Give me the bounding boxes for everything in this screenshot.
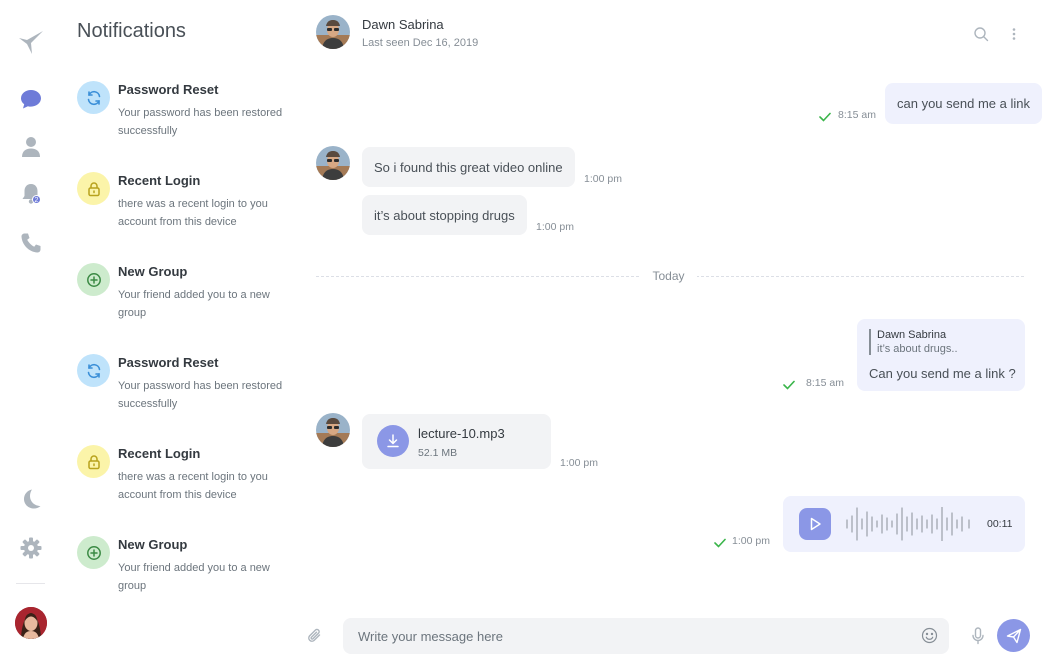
notification-title: New Group [118, 537, 188, 552]
audio-waveform[interactable] [845, 507, 973, 541]
chat-icon[interactable] [16, 84, 46, 114]
audio-duration: 00:11 [987, 518, 1013, 530]
notification-badge: 2 [32, 195, 41, 204]
send-icon [1006, 628, 1021, 643]
notification-item[interactable]: Password Reset Your password has been re… [77, 354, 287, 424]
lock-icon [77, 172, 110, 205]
notification-title: Recent Login [118, 446, 201, 461]
reply-sender: Dawn Sabrina [877, 329, 947, 341]
file-name[interactable]: lecture-10.mp3 [418, 426, 505, 441]
message-time: 8:15 am [838, 109, 876, 121]
user-avatar[interactable] [15, 607, 47, 639]
message-bubble-incoming[interactable]: So i found this great video online [362, 147, 575, 187]
notification-body: Your password has been restored successf… [118, 107, 283, 137]
contact-avatar [316, 413, 350, 447]
notification-item[interactable]: Recent Login there was a recent login to… [77, 445, 287, 515]
message-time: 8:15 am [806, 377, 844, 389]
read-check-icon [783, 380, 795, 390]
emoji-icon[interactable] [921, 627, 938, 644]
message-text: Can you send me a link ? [869, 366, 1016, 381]
attachment-icon[interactable] [306, 627, 324, 645]
moon-icon[interactable] [16, 484, 46, 514]
message-bubble-outgoing[interactable]: Dawn Sabrina it’s about drugs.. Can you … [857, 319, 1025, 391]
contact-name[interactable]: Dawn Sabrina [362, 17, 444, 32]
reply-snippet: it’s about drugs.. [877, 343, 958, 355]
refresh-icon [77, 81, 110, 114]
notification-body: there was a recent login to you account … [118, 471, 268, 501]
gear-icon[interactable] [16, 533, 46, 563]
search-icon[interactable] [973, 26, 989, 42]
audio-message-bubble[interactable]: 00:11 [783, 496, 1025, 552]
microphone-icon[interactable] [970, 627, 986, 645]
bird-logo-icon[interactable] [16, 27, 46, 57]
file-size: 52.1 MB [418, 447, 458, 459]
bell-icon[interactable]: 2 [16, 179, 46, 209]
message-time: 1:00 pm [560, 457, 598, 469]
notification-title: Recent Login [118, 173, 201, 188]
notification-item[interactable]: Recent Login there was a recent login to… [77, 172, 287, 242]
reply-quote[interactable]: Dawn Sabrina it’s about drugs.. [869, 329, 958, 355]
plus-circle-icon [77, 263, 110, 296]
notification-title: New Group [118, 264, 188, 279]
message-text: it’s about stopping drugs [374, 207, 515, 223]
notification-item[interactable]: Password Reset Your password has been re… [77, 81, 287, 151]
notification-title: Password Reset [118, 355, 219, 370]
file-message-bubble[interactable]: lecture-10.mp3 52.1 MB [362, 414, 551, 469]
message-text: can you send me a link [897, 96, 1030, 111]
notification-item[interactable]: New Group Your friend added you to a new… [77, 536, 287, 606]
more-vertical-icon[interactable] [1009, 26, 1019, 42]
phone-icon[interactable] [16, 228, 46, 258]
message-composer[interactable] [343, 618, 949, 654]
read-check-icon [714, 538, 726, 548]
notification-body: Your friend added you to a new group [118, 562, 270, 592]
plus-circle-icon [77, 536, 110, 569]
download-icon[interactable] [377, 425, 409, 457]
message-text: So i found this great video online [374, 159, 563, 175]
last-seen-status: Last seen Dec 16, 2019 [362, 37, 479, 49]
notification-item[interactable]: New Group Your friend added you to a new… [77, 263, 287, 333]
message-time: 1:00 pm [732, 535, 770, 547]
message-time: 1:00 pm [536, 221, 574, 233]
rail-divider [16, 583, 45, 584]
notifications-title: Notifications [77, 20, 186, 42]
date-divider-label: Today [640, 269, 697, 283]
contact-avatar [316, 146, 350, 180]
notification-body: Your password has been restored successf… [118, 380, 283, 410]
message-input[interactable] [343, 618, 913, 654]
play-icon[interactable] [799, 508, 831, 540]
message-time: 1:00 pm [584, 173, 622, 185]
notification-title: Password Reset [118, 82, 219, 97]
contact-avatar[interactable] [316, 15, 350, 49]
lock-icon [77, 445, 110, 478]
user-icon[interactable] [16, 132, 46, 162]
read-check-icon [819, 112, 831, 122]
refresh-icon [77, 354, 110, 387]
notification-body: Your friend added you to a new group [118, 289, 270, 319]
notification-body: there was a recent login to you account … [118, 198, 268, 228]
message-bubble-outgoing[interactable]: can you send me a link [885, 83, 1042, 124]
send-button[interactable] [997, 619, 1030, 652]
message-bubble-incoming[interactable]: it’s about stopping drugs [362, 195, 527, 235]
